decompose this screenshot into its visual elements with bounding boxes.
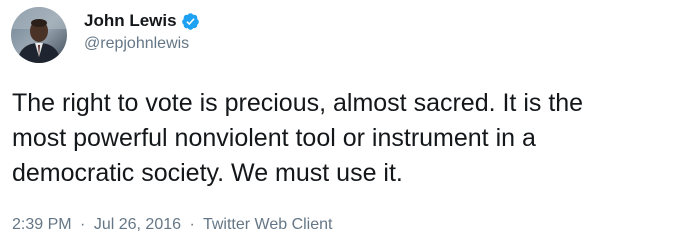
- tweet-text-line: The right to vote is precious, almost sa…: [12, 89, 584, 117]
- avatar[interactable]: [11, 7, 67, 63]
- meta-separator: ·: [80, 216, 86, 233]
- tweet-text-line: most powerful nonviolent tool or instrum…: [12, 124, 536, 152]
- author-handle[interactable]: @repjohnlewis: [84, 35, 200, 53]
- avatar-image: [11, 7, 67, 63]
- tweet-meta: 2:39 PM · Jul 26, 2016 · Twitter Web Cli…: [12, 216, 332, 234]
- author-identity: John Lewis @repjohnlewis: [84, 9, 200, 53]
- name-row: John Lewis: [84, 9, 200, 33]
- tweet-client[interactable]: Twitter Web Client: [203, 216, 333, 233]
- tweet-text-line: democratic society. We must use it.: [12, 159, 403, 187]
- tweet-header: John Lewis @repjohnlewis: [11, 7, 200, 63]
- tweet-time[interactable]: 2:39 PM: [12, 216, 72, 233]
- tweet-date[interactable]: Jul 26, 2016: [94, 216, 181, 233]
- tweet-text: The right to vote is precious, almost sa…: [12, 86, 672, 191]
- author-display-name[interactable]: John Lewis: [84, 11, 177, 31]
- tweet-card: John Lewis @repjohnlewis The right to vo…: [0, 0, 679, 250]
- verified-badge-icon: [181, 12, 200, 31]
- meta-separator: ·: [189, 216, 195, 233]
